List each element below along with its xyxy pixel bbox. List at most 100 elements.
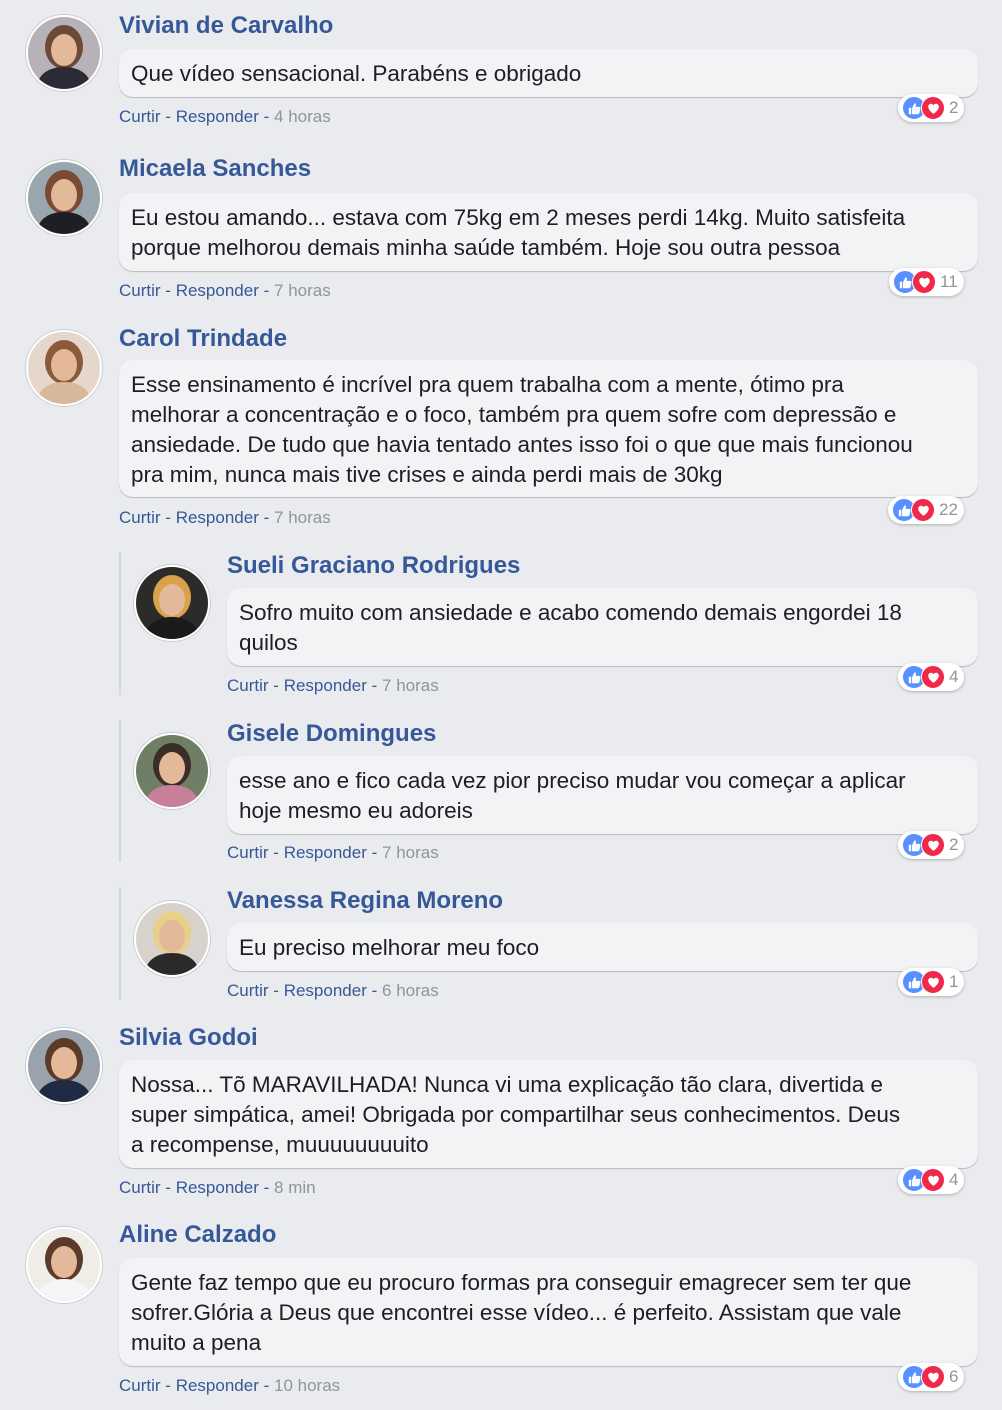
reaction-count: 11: [940, 272, 958, 291]
comment-text-line: muito a pena: [131, 1330, 262, 1355]
love-reaction-icon: [921, 970, 945, 994]
like-link[interactable]: Curtir: [227, 843, 269, 862]
comment-bubble: Gente faz tempo que eu procuro formas pr…: [119, 1258, 978, 1366]
reaction-count: 4: [949, 1170, 959, 1189]
reaction-count: 2: [949, 835, 959, 854]
separator: -: [263, 508, 270, 527]
reaction-count: 1: [949, 972, 959, 991]
avatar[interactable]: [134, 565, 210, 641]
like-link[interactable]: Curtir: [227, 676, 269, 695]
comment-actions: Curtir - Responder - 7 horas: [119, 281, 331, 301]
timestamp[interactable]: 10 horas: [274, 1376, 340, 1395]
reply-link[interactable]: Responder: [176, 281, 259, 300]
comment-bubble: esse ano e fico cada vez pior preciso mu…: [227, 756, 978, 834]
author-name[interactable]: Vanessa Regina Moreno: [227, 887, 503, 915]
reaction-summary[interactable]: 2: [898, 831, 965, 859]
reaction-count: 6: [949, 1367, 959, 1386]
reply-link[interactable]: Responder: [284, 981, 367, 1000]
comment-text-line: esse ano e fico cada vez pior preciso mu…: [239, 768, 906, 793]
separator: -: [273, 843, 279, 862]
comment-text-line: quilos: [239, 630, 298, 655]
timestamp[interactable]: 7 horas: [382, 676, 439, 695]
avatar[interactable]: [134, 901, 210, 977]
author-name[interactable]: Micaela Sanches: [119, 155, 311, 183]
comment-text-line: pra mim, nunca mais tive crises e ainda …: [131, 462, 723, 487]
comment-actions: Curtir - Responder - 6 horas: [227, 981, 439, 1001]
comment-bubble: Eu estou amando... estava com 75kg em 2 …: [119, 193, 978, 271]
separator: -: [263, 107, 270, 126]
reply-link[interactable]: Responder: [176, 107, 259, 126]
timestamp[interactable]: 7 horas: [274, 281, 331, 300]
reply-link[interactable]: Responder: [176, 508, 259, 527]
comment-actions: Curtir - Responder - 7 horas: [227, 843, 439, 863]
avatar[interactable]: [26, 1227, 102, 1303]
comment-actions: Curtir - Responder - 7 horas: [119, 508, 331, 528]
comment-actions: Curtir - Responder - 7 horas: [227, 676, 439, 696]
reaction-summary[interactable]: 2: [898, 94, 965, 122]
author-name[interactable]: Carol Trindade: [119, 325, 287, 353]
love-reaction-icon: [921, 96, 945, 120]
comment-text-line: super simpática, amei! Obrigada por comp…: [131, 1102, 901, 1127]
comment-actions: Curtir - Responder - 10 horas: [119, 1376, 340, 1396]
avatar[interactable]: [134, 733, 210, 809]
like-link[interactable]: Curtir: [119, 107, 161, 126]
timestamp[interactable]: 4 horas: [274, 107, 331, 126]
separator: -: [165, 508, 171, 527]
reaction-summary[interactable]: 22: [888, 496, 964, 524]
separator: -: [263, 1178, 270, 1197]
like-link[interactable]: Curtir: [119, 508, 161, 527]
comment-bubble: Esse ensinamento é incrível pra quem tra…: [119, 360, 978, 497]
author-name[interactable]: Silvia Godoi: [119, 1024, 258, 1052]
reply-link[interactable]: Responder: [284, 676, 367, 695]
separator: -: [263, 281, 270, 300]
like-link[interactable]: Curtir: [119, 281, 161, 300]
like-link[interactable]: Curtir: [119, 1376, 161, 1395]
separator: -: [165, 1178, 171, 1197]
love-reaction-icon: [921, 1365, 945, 1389]
avatar[interactable]: [26, 330, 102, 406]
like-link[interactable]: Curtir: [119, 1178, 161, 1197]
love-reaction-icon: [911, 498, 935, 522]
comment-text-line: Eu estou amando... estava com 75kg em 2 …: [131, 205, 906, 230]
timestamp[interactable]: 6 horas: [382, 981, 439, 1000]
comment-text: Que vídeo sensacional. Parabéns e obriga…: [131, 61, 582, 86]
separator: -: [371, 981, 378, 1000]
reaction-count: 4: [949, 667, 959, 686]
separator: -: [371, 676, 378, 695]
comment-text-line: porque melhorou demais minha saúde també…: [131, 235, 841, 260]
avatar[interactable]: [26, 1028, 102, 1104]
author-name[interactable]: Sueli Graciano Rodrigues: [227, 552, 520, 580]
avatar[interactable]: [26, 160, 102, 236]
reaction-summary[interactable]: 4: [898, 663, 965, 691]
timestamp[interactable]: 8 min: [274, 1178, 316, 1197]
comment-bubble: Eu preciso melhorar meu foco: [227, 923, 978, 971]
comment-text-line: ansiedade. De tudo que havia tentado ant…: [131, 432, 913, 457]
comment-bubble: Sofro muito com ansiedade e acabo comend…: [227, 588, 978, 666]
reply-thread-line: [119, 720, 121, 862]
reply-link[interactable]: Responder: [284, 843, 367, 862]
reaction-summary[interactable]: 11: [889, 268, 964, 296]
avatar[interactable]: [26, 15, 102, 91]
author-name[interactable]: Gisele Domingues: [227, 720, 436, 748]
author-name[interactable]: Aline Calzado: [119, 1221, 276, 1249]
like-link[interactable]: Curtir: [227, 981, 269, 1000]
reply-thread-line: [119, 552, 121, 695]
love-reaction-icon: [912, 270, 936, 294]
comment-text-line: a recompense, muuuuuuuuito: [131, 1132, 429, 1157]
reply-link[interactable]: Responder: [176, 1376, 259, 1395]
reaction-summary[interactable]: 1: [898, 968, 965, 996]
separator: -: [273, 676, 279, 695]
comment-bubble: Que vídeo sensacional. Parabéns e obriga…: [119, 49, 978, 97]
reaction-summary[interactable]: 4: [898, 1166, 965, 1194]
comment-text-line: Gente faz tempo que eu procuro formas pr…: [131, 1270, 912, 1295]
separator: -: [165, 281, 171, 300]
author-name[interactable]: Vivian de Carvalho: [119, 12, 333, 40]
comment-text-line: Esse ensinamento é incrível pra quem tra…: [131, 372, 844, 397]
love-reaction-icon: [921, 1168, 945, 1192]
timestamp[interactable]: 7 horas: [274, 508, 331, 527]
timestamp[interactable]: 7 horas: [382, 843, 439, 862]
comment-bubble: Nossa... Tõ MARAVILHADA! Nunca vi uma ex…: [119, 1060, 978, 1168]
reply-link[interactable]: Responder: [176, 1178, 259, 1197]
reaction-summary[interactable]: 6: [898, 1363, 965, 1391]
comment-text-line: Nossa... Tõ MARAVILHADA! Nunca vi uma ex…: [131, 1072, 883, 1097]
